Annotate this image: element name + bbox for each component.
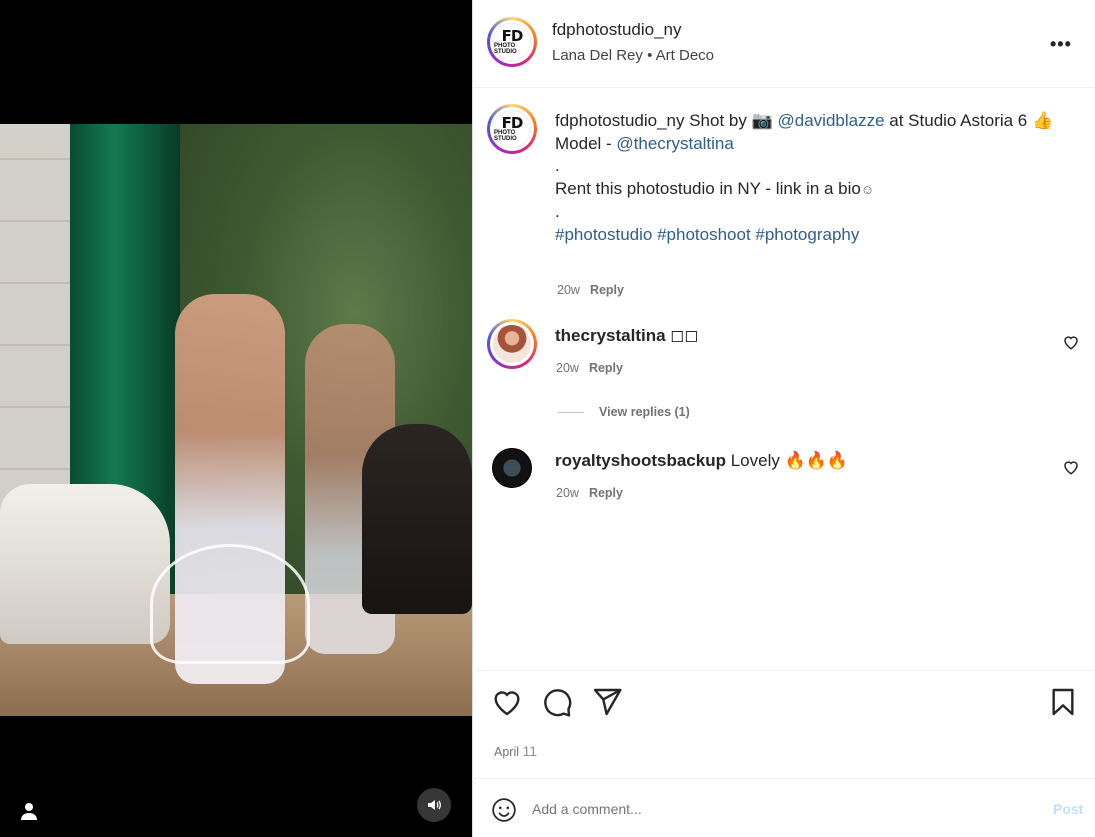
smile-emoji: ☺ (860, 181, 875, 197)
caption-reply-button[interactable]: Reply (590, 283, 624, 297)
author-avatar[interactable]: FD PHOTO STUDIO (487, 17, 537, 67)
comment-meta: 20w Reply (556, 486, 623, 500)
model-mention-link[interactable]: @thecrystaltina (616, 134, 733, 153)
comment-reply-button[interactable]: Reply (589, 486, 623, 500)
logo-text: FD (501, 27, 524, 45)
replies-divider (558, 411, 584, 413)
logo-text: FD (501, 114, 524, 132)
emoji-icon[interactable] (491, 797, 517, 823)
commenter-avatar[interactable] (487, 319, 537, 369)
comment-like-heart-icon[interactable] (1062, 458, 1080, 476)
comment-reply-button[interactable]: Reply (589, 361, 623, 375)
audio-track[interactable]: Art Deco (656, 47, 714, 64)
share-icon[interactable] (591, 686, 623, 718)
save-bookmark-icon[interactable] (1047, 686, 1079, 718)
audio-separator: • (647, 47, 653, 64)
caption-text: Rent this photostudio in NY - link in a … (555, 178, 861, 198)
caption-line-rent: Rent this photostudio in NY - link in a … (555, 178, 1075, 202)
comment-time[interactable]: 20w (556, 361, 579, 375)
commenter-avatar[interactable] (492, 448, 532, 488)
post-dialog: FD PHOTO STUDIO fdphotostudio_ny Lana De… (0, 0, 1095, 837)
camera-emoji: 📷 (751, 111, 773, 130)
comment-time[interactable]: 20w (556, 486, 579, 500)
logo-subtext: PHOTO STUDIO (494, 43, 517, 55)
author-username[interactable]: fdphotostudio_ny (552, 20, 682, 40)
comment-text: Lovely 🔥🔥🔥 (726, 451, 849, 470)
caption-dot: . (555, 202, 560, 221)
comment-like-heart-icon[interactable] (1062, 333, 1080, 351)
post-header (473, 0, 1095, 88)
date-month: April (494, 745, 520, 759)
date-day: 11 (522, 743, 538, 759)
media-panel[interactable] (0, 0, 472, 837)
comment-username[interactable]: royaltyshootsbackup (555, 451, 726, 470)
caption-line-model: Model - @thecrystaltina (555, 133, 1075, 156)
comment-meta: 20w Reply (556, 361, 623, 375)
thumbs-up-emoji: 👍 (1031, 111, 1054, 130)
mention-link[interactable]: @davidblazze (778, 111, 885, 130)
hashtags[interactable]: #photostudio #photoshoot #photography (555, 224, 1075, 247)
photo-cage-skirt (150, 544, 310, 664)
add-comment-input[interactable] (532, 801, 1012, 817)
caption-dot: . (555, 156, 560, 175)
photo-chair (362, 424, 472, 614)
comment: royaltyshootsbackup Lovely 🔥🔥🔥 (555, 451, 848, 471)
like-heart-icon[interactable] (491, 686, 523, 718)
caption-time[interactable]: 20w (557, 283, 580, 297)
audio-toggle-button[interactable] (417, 788, 451, 822)
caption-username[interactable]: fdphotostudio_ny (555, 111, 685, 130)
avatar-photo (493, 325, 531, 363)
audio-artist[interactable]: Lana Del Rey (552, 47, 643, 64)
view-replies-label: View replies (1) (599, 405, 690, 419)
post-date[interactable]: April 11 (494, 743, 537, 759)
caption: fdphotostudio_ny Shot by 📷 @davidblazze … (555, 110, 1075, 246)
tagged-user-icon[interactable] (18, 800, 40, 822)
speaker-icon (428, 800, 441, 810)
comment: thecrystaltina ◻◻ (555, 326, 699, 346)
photo-bathtub (0, 484, 170, 644)
caption-text: Shot by (684, 111, 752, 130)
caption-text: at Studio Astoria 6 (884, 111, 1032, 130)
post-comment-button[interactable]: Post (1053, 801, 1083, 817)
comment-icon[interactable] (541, 686, 573, 718)
logo-subtext: PHOTO STUDIO (494, 130, 517, 142)
studio-logo: FD PHOTO STUDIO (493, 23, 531, 61)
view-replies-button[interactable]: View replies (1) (558, 405, 690, 419)
more-options-icon[interactable]: ••• (1050, 34, 1072, 55)
caption-line-1: fdphotostudio_ny Shot by 📷 @davidblazze … (555, 110, 1075, 133)
studio-logo: FD PHOTO STUDIO (493, 110, 531, 148)
comment-text: ◻◻ (665, 326, 699, 345)
audio-info[interactable]: Lana Del Rey • Art Deco (552, 47, 714, 64)
comment-username[interactable]: thecrystaltina (555, 326, 666, 345)
caption-text: Model - (555, 133, 617, 153)
caption-author-avatar[interactable]: FD PHOTO STUDIO (487, 104, 537, 154)
post-video[interactable] (0, 124, 472, 716)
caption-meta: 20w Reply (557, 283, 624, 297)
